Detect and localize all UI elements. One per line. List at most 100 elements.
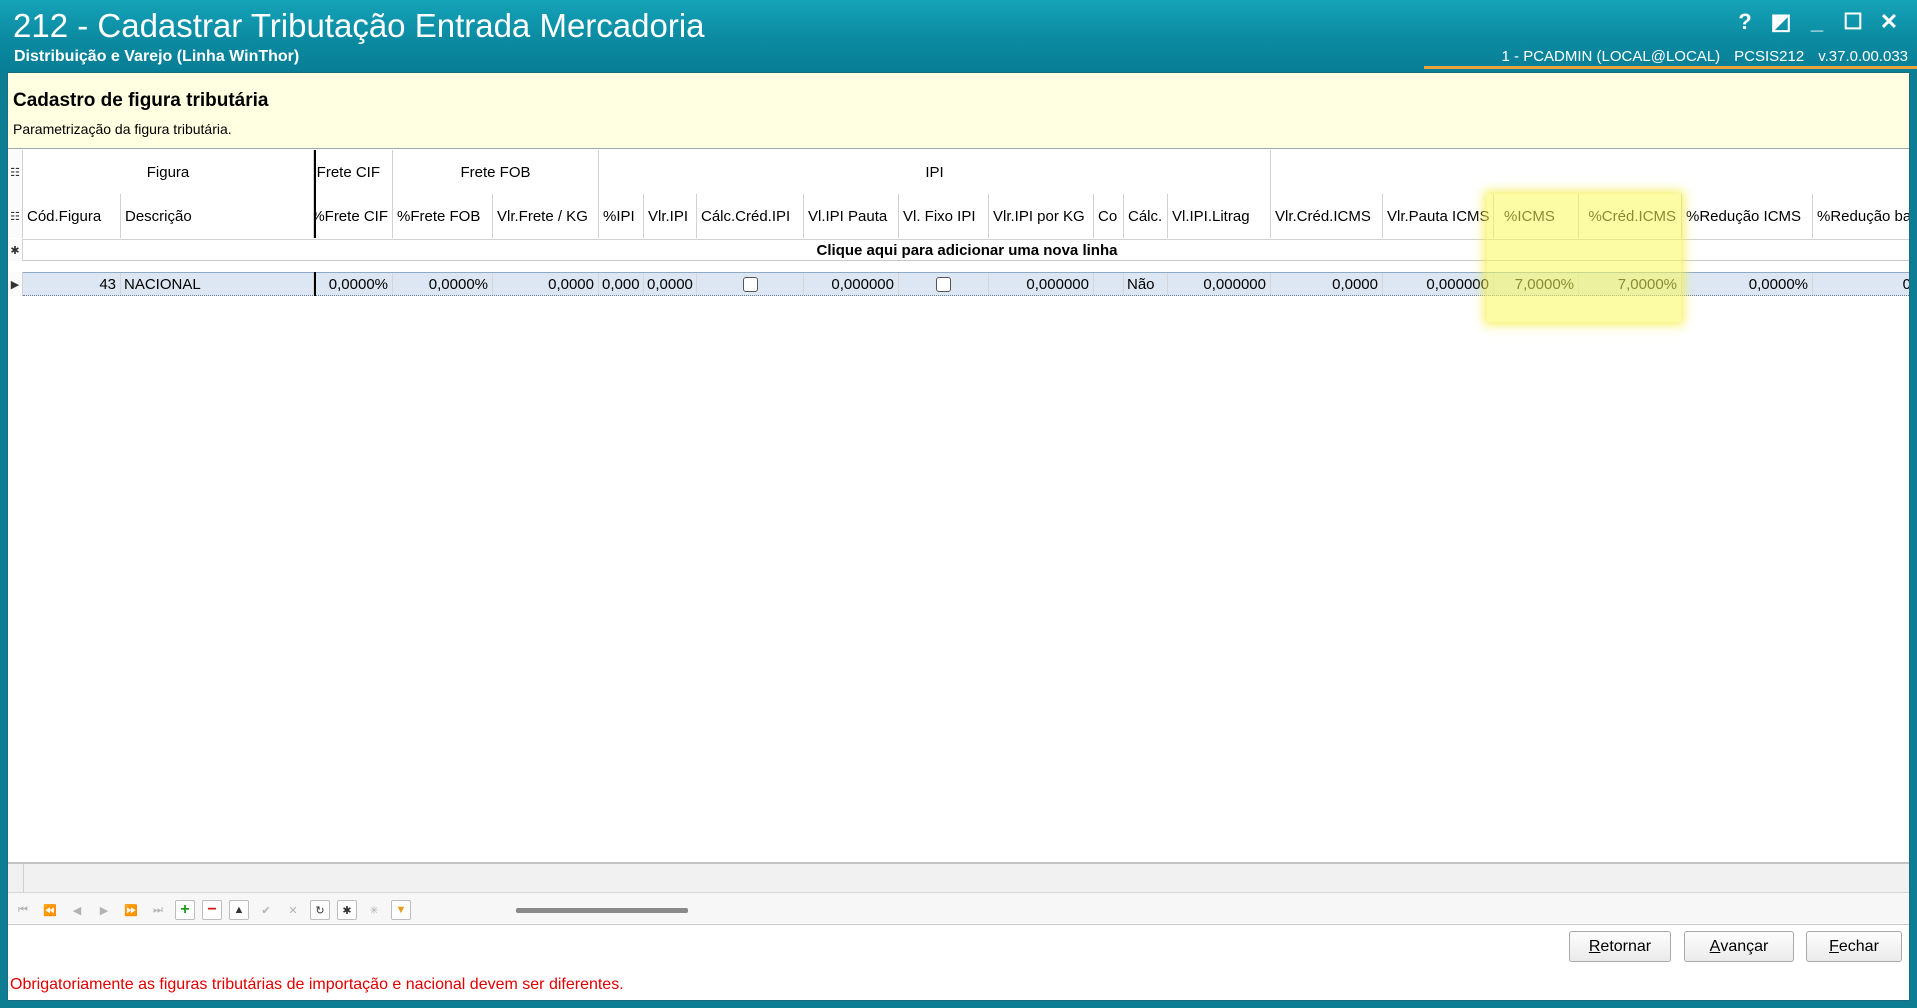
col-pct-cred-icms[interactable]: %Créd.ICMS	[1579, 194, 1682, 238]
band-ipi[interactable]: IPI	[599, 150, 1271, 194]
maximize-button[interactable]: ☐	[1835, 8, 1871, 36]
cell-vl-ipi-litragem[interactable]: 0,000000	[1168, 273, 1271, 295]
cell-vlr-ipi-kg[interactable]: 0,000000	[989, 273, 1094, 295]
col-vlr-pauta-icms[interactable]: Vlr.Pauta ICMS	[1383, 194, 1494, 238]
cell-pct-frete-cif[interactable]: 0,0000%	[314, 273, 393, 295]
cell-calc-cred-ipi[interactable]	[697, 273, 804, 295]
col-pct-reducao-base[interactable]: %Redução ba	[1813, 194, 1909, 238]
col-vl-ipi-litragem[interactable]: Vl.IPI.Litrag	[1168, 194, 1271, 238]
program-label: PCSIS212	[1734, 48, 1805, 65]
close-button[interactable]: ✕	[1871, 8, 1907, 36]
cell-vlr-pauta-icms[interactable]: 0,000000	[1383, 273, 1494, 295]
fechar-button[interactable]: Fechar	[1806, 931, 1902, 962]
band-figura[interactable]: Figura	[23, 150, 314, 194]
cell-co[interactable]	[1094, 273, 1124, 295]
next-page-icon[interactable]: ⏩	[121, 900, 141, 920]
current-row-indicator-icon: ▶	[8, 272, 23, 296]
col-vlr-ipi[interactable]: Vlr.IPI	[644, 194, 697, 238]
main-panel: Cadastro de figura tributária Parametriz…	[7, 72, 1910, 1001]
column-focus-divider	[314, 150, 316, 238]
col-calc-cred-ipi[interactable]: Cálc.Créd.IPI	[697, 194, 804, 238]
new-row-indicator-icon: ✱	[8, 239, 23, 261]
filter-icon[interactable]: ▼	[391, 900, 411, 920]
prev-record-icon[interactable]: ◀	[67, 900, 87, 920]
col-pct-frete-fob[interactable]: %Frete FOB	[393, 194, 493, 238]
calc-cred-ipi-checkbox[interactable]	[742, 276, 758, 292]
band-frete-fob[interactable]: Frete FOB	[393, 150, 599, 194]
post-edit-icon[interactable]: ✔	[256, 900, 276, 920]
retornar-label: etornar	[1600, 937, 1652, 955]
cell-pct-cred-icms[interactable]: 7,0000%	[1579, 273, 1682, 295]
cell-descricao[interactable]: NACIONAL	[121, 273, 314, 295]
save-bookmark-icon[interactable]: ✱	[337, 900, 357, 920]
restore-icon[interactable]: ◩	[1763, 8, 1799, 36]
row-focus-divider	[314, 272, 316, 296]
avancar-button[interactable]: Avançar	[1684, 931, 1794, 962]
button-divider	[8, 924, 1909, 925]
new-row-prompt[interactable]: Clique aqui para adicionar uma nova linh…	[23, 239, 1909, 261]
vl-fixo-ipi-checkbox[interactable]	[936, 276, 951, 292]
band-selector-icon[interactable]: ☷	[8, 150, 23, 194]
last-record-icon[interactable]: ⏭	[148, 900, 168, 920]
col-pct-icms[interactable]: %ICMS	[1494, 194, 1579, 238]
cell-pct-icms[interactable]: 7,0000%	[1494, 273, 1579, 295]
tax-figure-grid[interactable]: ☷ ☷ ✱ ▶ Figura Frete CIF Frete FOB IPI C…	[8, 150, 1909, 863]
col-pct-frete-cif[interactable]: %Frete CIF	[314, 194, 393, 238]
window-subtitle: Distribuição e Varejo (Linha WinThor)	[14, 48, 300, 65]
avancar-hotkey: A	[1709, 937, 1721, 955]
validation-error: Obrigatoriamente as figuras tributárias …	[10, 976, 624, 993]
cell-vl-ipi-pauta[interactable]: 0,000000	[804, 273, 899, 295]
title-bar: 212 - Cadastrar Tributação Entrada Merca…	[0, 0, 1917, 72]
cancel-edit-icon[interactable]: ✕	[283, 900, 303, 920]
avancar-label: vançar	[1720, 937, 1769, 955]
edit-record-icon[interactable]: ▲	[229, 900, 249, 920]
band-icms	[1271, 150, 1909, 194]
delete-record-icon[interactable]: −	[202, 900, 222, 920]
window-controls: ? ◩ _ ☐ ✕	[1727, 8, 1907, 36]
col-pct-ipi[interactable]: %IPI	[599, 194, 644, 238]
retornar-button[interactable]: Retornar	[1569, 931, 1671, 962]
next-record-icon[interactable]: ▶	[94, 900, 114, 920]
fechar-hotkey: F	[1829, 937, 1839, 955]
table-row[interactable]: 43 NACIONAL 0,0000% 0,0000% 0,0000 0,000…	[23, 272, 1909, 296]
cell-pct-ipi[interactable]: 0,000	[599, 273, 644, 295]
info-header: Cadastro de figura tributária Parametriz…	[8, 73, 1909, 149]
col-pct-reducao-icms[interactable]: %Redução ICMS	[1682, 194, 1813, 238]
col-vl-ipi-pauta[interactable]: Vl.IPI Pauta	[804, 194, 899, 238]
page-description: Parametrização da figura tributária.	[13, 121, 232, 137]
horizontal-scrollbar[interactable]	[516, 908, 688, 913]
refresh-icon[interactable]: ↻	[310, 900, 330, 920]
cell-vl-fixo-ipi[interactable]	[899, 273, 989, 295]
user-label: 1 - PCADMIN (LOCAL@LOCAL)	[1501, 48, 1721, 65]
grid-footer	[8, 864, 1909, 892]
minimize-button[interactable]: _	[1799, 8, 1835, 36]
cell-cod-figura[interactable]: 43	[23, 273, 121, 295]
col-co[interactable]: Co	[1094, 194, 1124, 238]
cell-pct-reducao-icms[interactable]: 0,0000%	[1682, 273, 1813, 295]
col-vlr-ipi-kg[interactable]: Vlr.IPI por KG	[989, 194, 1094, 238]
cell-vlr-cred-icms[interactable]: 0,0000	[1271, 273, 1383, 295]
first-record-icon[interactable]: ⏮	[13, 900, 33, 920]
cell-vlr-ipi[interactable]: 0,0000	[644, 273, 697, 295]
col-descricao[interactable]: Descrição	[121, 194, 314, 238]
column-selector-icon[interactable]: ☷	[8, 194, 23, 238]
col-vl-fixo-ipi[interactable]: Vl. Fixo IPI	[899, 194, 989, 238]
cell-pct-frete-fob[interactable]: 0,0000%	[393, 273, 493, 295]
goto-bookmark-icon[interactable]: ✳	[364, 900, 384, 920]
cell-pct-reducao-base[interactable]: 0	[1813, 273, 1909, 295]
add-record-icon[interactable]: +	[175, 900, 195, 920]
col-cod-figura[interactable]: Cód.Figura	[23, 194, 121, 238]
fechar-label: echar	[1838, 937, 1879, 955]
help-button[interactable]: ?	[1727, 8, 1763, 36]
cell-vlr-frete-kg[interactable]: 0,0000	[493, 273, 599, 295]
band-frete-cif[interactable]: Frete CIF	[314, 150, 393, 194]
retornar-hotkey: R	[1588, 937, 1601, 955]
page-title: Cadastro de figura tributária	[13, 90, 269, 111]
col-vlr-frete-kg[interactable]: Vlr.Frete / KG	[493, 194, 599, 238]
version-label: v.37.0.00.033	[1818, 48, 1908, 65]
accent-line	[1424, 66, 1917, 69]
col-vlr-cred-icms[interactable]: Vlr.Créd.ICMS	[1271, 194, 1383, 238]
cell-calc[interactable]: Não	[1124, 273, 1168, 295]
prev-page-icon[interactable]: ⏪	[40, 900, 60, 920]
col-calc[interactable]: Cálc.	[1124, 194, 1168, 238]
